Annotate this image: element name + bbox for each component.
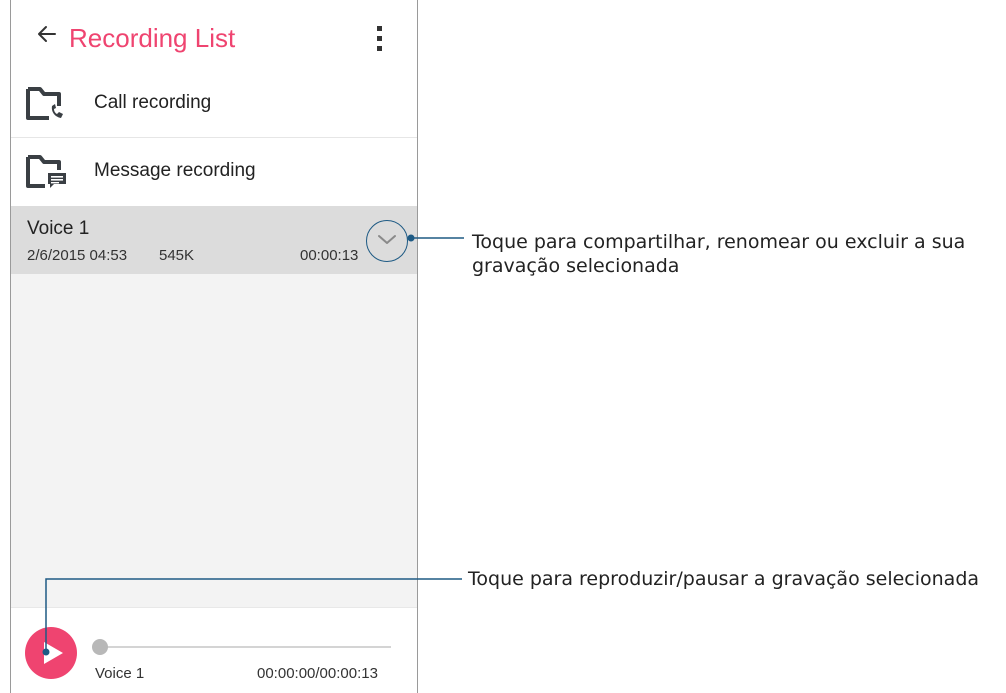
- callout-text-expand: Toque para compartilhar, renomear ou exc…: [472, 231, 966, 277]
- callout-line-play: [45, 578, 462, 652]
- callout-text-play: Toque para reproduzir/pausar a gravação …: [468, 568, 980, 590]
- callout-dot-play: [42, 648, 50, 656]
